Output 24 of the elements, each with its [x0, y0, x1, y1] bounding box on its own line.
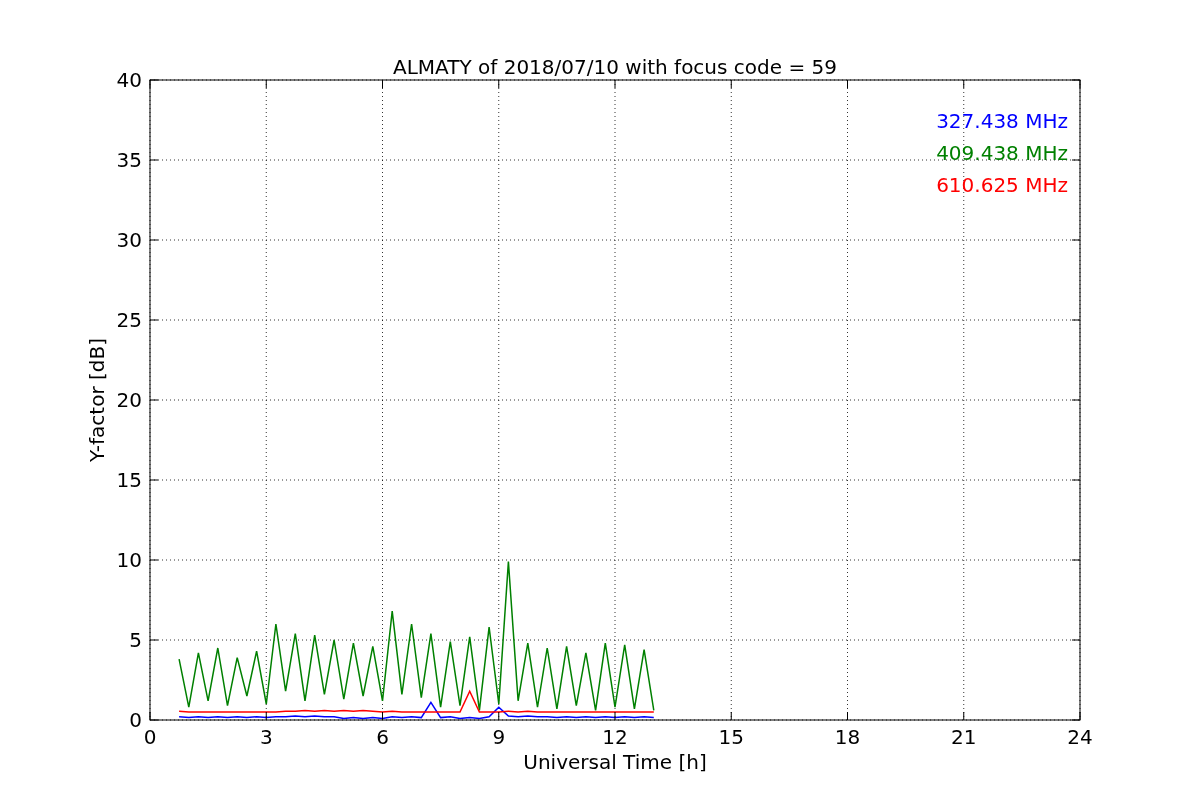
- y-tick-label: 40: [116, 68, 142, 92]
- x-tick-label: 6: [376, 725, 389, 749]
- x-axis-label: Universal Time [h]: [523, 750, 707, 774]
- x-tick-label: 18: [834, 725, 861, 749]
- legend-entry: 610.625 MHz: [936, 173, 1068, 197]
- legend-entry: 409.438 MHz: [936, 141, 1068, 165]
- y-tick-label: 30: [116, 228, 142, 252]
- y-tick-label: 5: [129, 628, 142, 652]
- y-axis-label: Y-factor [dB]: [85, 338, 109, 462]
- y-tick-label: 25: [116, 308, 142, 332]
- x-tick-label: 9: [492, 725, 506, 749]
- x-tick-label: 15: [718, 725, 744, 749]
- x-tick-label: 21: [951, 725, 977, 749]
- x-tick-label: 3: [259, 725, 273, 749]
- x-tick-label: 24: [1067, 725, 1093, 749]
- chart-title: ALMATY of 2018/07/10 with focus code = 59: [393, 55, 837, 79]
- x-tick-label: 0: [143, 725, 157, 749]
- y-tick-label: 15: [116, 468, 142, 492]
- y-tick-label: 10: [116, 548, 142, 572]
- x-tick-label: 12: [602, 725, 628, 749]
- y-tick-label: 20: [116, 388, 142, 412]
- y-tick-label: 0: [129, 708, 142, 732]
- legend-entry: 327.438 MHz: [936, 109, 1068, 133]
- y-tick-label: 35: [116, 148, 142, 172]
